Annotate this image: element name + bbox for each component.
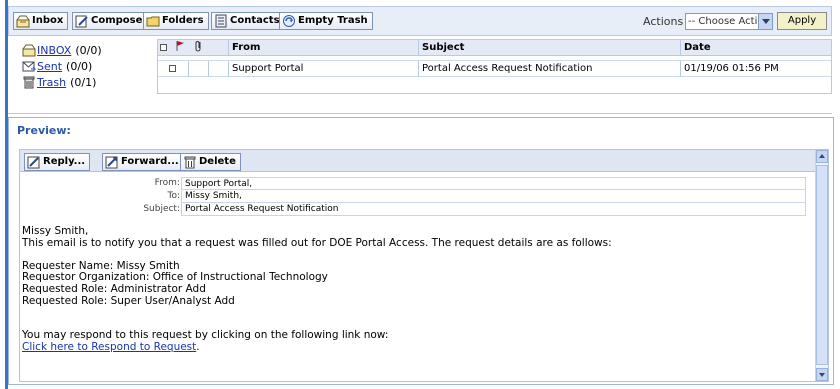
folder-link-sent[interactable]: Sent [37,60,62,73]
folder-count-sent: (0/0) [66,59,93,73]
flag-column[interactable] [172,40,188,56]
contacts-icon [214,14,228,28]
body-role-2: Requested Role: Super User/Analyst Add [22,294,235,307]
folder-icon [146,14,160,28]
row-checkbox[interactable] [166,61,180,77]
delete-button[interactable]: Delete [180,153,241,171]
contacts-label: Contacts [230,15,280,26]
folder-link-trash[interactable]: Trash [37,76,66,89]
actions-label: Actions [643,15,684,28]
preview-toolbar: Reply... Forward... Delete [20,150,816,172]
folder-link-inbox[interactable]: INBOX [37,44,71,57]
inbox-label: Inbox [32,15,64,26]
empty-trash-button[interactable]: Empty Trash [279,12,373,30]
table-row[interactable]: Support Portal Portal Access Request Not… [158,60,831,77]
actions-select[interactable]: -- Choose Action -- [685,13,773,30]
forward-label: Forward... [121,156,179,167]
folder-item-sent[interactable]: Sent (0/0) [22,58,157,74]
delete-label: Delete [199,156,236,167]
body-blank-line [22,307,802,319]
row-from[interactable]: Support Portal [228,61,418,77]
webmail-app: Inbox Compose Folders Contacts Empty Tra… [0,0,840,389]
message-list-header: From Subject Date [158,40,831,56]
header-to-label: To: [167,191,180,201]
scrollbar-thumb[interactable] [816,165,828,365]
body-respond-line: Click here to Respond to Request. [22,340,200,353]
header-from-row: From: Support Portal, [20,177,816,190]
contacts-button[interactable]: Contacts [211,12,285,30]
compose-button[interactable]: Compose [72,12,148,30]
attachment-column[interactable] [192,40,208,56]
folder-list: INBOX (0/0) Sent (0/0) Trash (0/1) [22,42,157,90]
scroll-up-icon[interactable] [816,150,828,163]
folder-count-trash: (0/1) [70,75,97,89]
reply-label: Reply... [43,156,86,167]
header-subject-value: Portal Access Request Notification [181,203,806,216]
preview-scrollbar[interactable] [815,150,828,381]
row-date: 01/19/06 01:56 PM [680,61,831,77]
column-header-subject[interactable]: Subject [418,40,680,56]
trash-icon [22,75,36,89]
column-header-date[interactable]: Date [680,40,831,56]
respond-link[interactable]: Click here to Respond to Request [22,341,196,353]
compose-icon [75,14,89,28]
preview-panel: Preview: Reply... Forward... Delete From… [8,117,834,385]
header-from-value: Support Portal, [181,177,806,190]
folder-item-inbox[interactable]: INBOX (0/0) [22,42,157,58]
section-divider [8,113,832,114]
row-attachment-cell [208,61,228,77]
checkbox-icon [160,44,167,51]
compose-label: Compose [91,15,143,26]
body-greeting: Missy Smith, [22,225,89,237]
forward-icon [105,155,119,169]
header-subject-row: Subject: Portal Access Request Notificat… [20,203,816,216]
folder-count-inbox: (0/0) [75,43,102,57]
header-to-row: To: Missy Smith, [20,190,816,203]
checkbox-icon [169,65,176,72]
row-subject[interactable]: Portal Access Request Notification [418,61,680,77]
flag-icon [175,41,185,55]
apply-button[interactable]: Apply [777,12,827,30]
trash-icon [183,155,197,169]
empty-trash-label: Empty Trash [298,15,368,26]
reply-icon [27,155,41,169]
header-to-value: Missy Smith, [181,190,806,203]
recycle-icon [282,14,296,28]
column-header-from[interactable]: From [228,40,418,56]
paperclip-icon [195,41,203,55]
folders-button[interactable]: Folders [143,12,209,30]
sent-icon [22,59,37,73]
header-subject-label: Subject: [143,204,180,214]
body-intro: This email is to notify you that a reque… [22,236,612,249]
inbox-icon [16,14,30,28]
forward-button[interactable]: Forward... [102,153,184,171]
inbox-icon [22,43,36,57]
message-list: From Subject Date Support Portal Portal … [157,39,832,94]
chevron-down-icon[interactable] [758,14,772,29]
inbox-button[interactable]: Inbox [13,12,69,30]
scroll-down-icon[interactable] [816,368,828,381]
preview-message-box: Reply... Forward... Delete From: Support… [19,149,829,382]
message-body: Missy Smith, This email is to notify you… [22,225,802,354]
preview-title: Preview: [17,124,71,137]
folders-label: Folders [162,15,204,26]
row-flag-cell [188,61,208,77]
folder-item-trash[interactable]: Trash (0/1) [22,74,157,90]
header-from-label: From: [154,178,180,188]
body-role-1: Requested Role: Administrator Add [22,282,206,295]
select-all-checkbox[interactable] [158,40,170,56]
reply-button[interactable]: Reply... [24,153,91,171]
main-toolbar: Inbox Compose Folders Contacts Empty Tra… [8,6,832,36]
